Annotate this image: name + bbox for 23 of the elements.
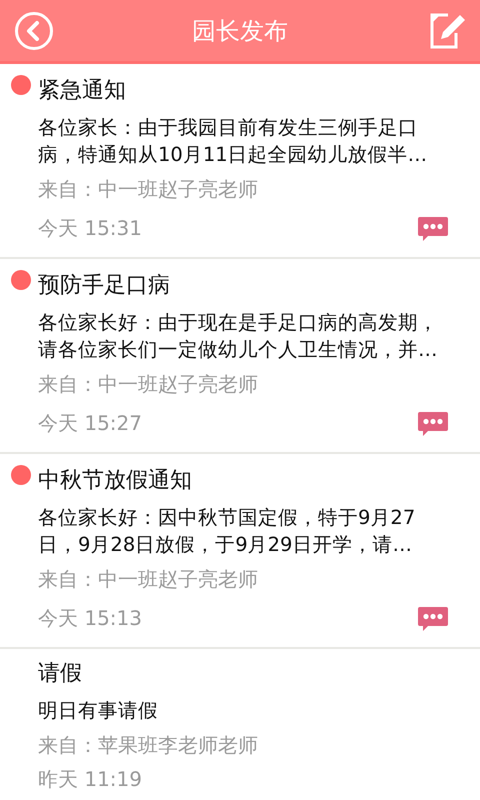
back-icon[interactable] (14, 10, 54, 50)
post-author: 来自：苹果班李老师老师 (38, 732, 259, 759)
post-title: 中秋节放假通知 (38, 467, 192, 495)
post-item[interactable]: 中秋节放假通知 各位家长好：因中秋节国定假，特于9月27日，9月28日放假，于9月29日开学，请… 来自：中一班赵子亮老师 今天 15:13 (0, 454, 480, 649)
post-summary: 各位家长好：因中秋节国定假，特于9月27日，9月28日放假，于9月29日开学，请… (38, 505, 416, 558)
post-title: 请假 (38, 660, 82, 688)
post-item[interactable]: 紧急通知 各位家长：由于我园目前有发生三例手足口病，特通知从10月11日起全园幼儿放假半… 来自：中一班赵子亮老师 今天 15:31 (0, 64, 480, 259)
post-time: 今天 15:31 (38, 215, 142, 242)
post-author: 来自：中一班赵子亮老师 (38, 176, 259, 203)
comment-icon[interactable] (418, 216, 448, 240)
page-title: 园长发布 (192, 16, 288, 46)
post-time: 今天 15:27 (38, 410, 142, 437)
post-title: 预防手足口病 (38, 272, 170, 300)
post-time: 今天 15:13 (38, 605, 142, 632)
post-summary: 各位家长：由于我园目前有发生三例手足口病，特通知从10月11日起全园幼儿放假半… (38, 115, 428, 168)
post-item[interactable]: 预防手足口病 各位家长好：由于现在是手足口病的高发期，请各位家长们一定做幼儿个人卫生情况，并… 来自：中一班赵子亮老师 今天 15:27 (0, 259, 480, 454)
comment-icon[interactable] (418, 412, 448, 436)
post-summary: 各位家长好：由于现在是手足口病的高发期，请各位家长们一定做幼儿个人卫生情况，并… (38, 310, 439, 363)
post-author: 来自：中一班赵子亮老师 (38, 371, 259, 398)
post-author: 来自：中一班赵子亮老师 (38, 566, 259, 593)
post-summary: 明日有事请假 (38, 698, 159, 724)
comment-icon[interactable] (418, 606, 448, 630)
post-title: 紧急通知 (38, 77, 126, 105)
